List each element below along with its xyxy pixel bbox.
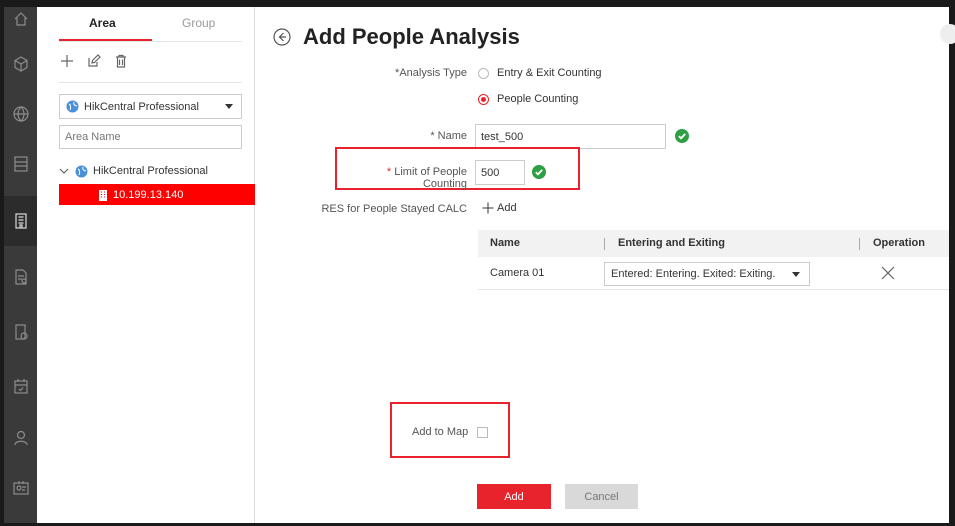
radio-people-counting[interactable] <box>478 94 489 105</box>
globe-icon[interactable] <box>4 89 37 139</box>
area-toolbar <box>59 53 129 73</box>
window-frame-right <box>949 0 955 526</box>
calendar-icon[interactable] <box>4 361 37 411</box>
radio-entry-exit[interactable] <box>478 68 489 79</box>
limit-label-text: Limit of People Counting <box>391 166 467 190</box>
active-tab-indicator <box>59 39 152 41</box>
entering-exiting-value: Entered: Entering. Exited: Exiting. <box>611 268 776 280</box>
report-icon[interactable] <box>4 252 37 302</box>
table-header: Name Entering and Exiting Operation <box>478 230 949 257</box>
server-icon[interactable] <box>4 139 37 189</box>
res-label: RES for People Stayed CALC <box>321 203 467 215</box>
entering-exiting-select[interactable]: Entered: Entering. Exited: Exiting. <box>604 262 810 286</box>
main-content: Add People Analysis *Analysis Type Entry… <box>256 7 955 523</box>
page-title: Add People Analysis <box>303 24 520 49</box>
delete-icon[interactable] <box>113 53 129 69</box>
globe-icon <box>75 165 88 177</box>
add-button[interactable]: Add <box>477 484 551 509</box>
camera-name: Camera 01 <box>490 267 545 279</box>
camera-table: Name Entering and Exiting Operation Came… <box>478 230 949 290</box>
column-separator <box>604 238 605 250</box>
home-icon[interactable] <box>4 4 37 34</box>
person-icon[interactable] <box>4 413 37 463</box>
column-header-operation: Operation <box>873 237 925 249</box>
module-rail <box>4 7 37 523</box>
add-icon <box>482 202 494 214</box>
chevron-down-icon[interactable] <box>59 166 69 176</box>
building-icon <box>99 189 107 201</box>
building-icon[interactable] <box>4 196 37 246</box>
device-icon[interactable] <box>4 307 37 357</box>
add-to-map-label: Add to Map <box>412 426 469 438</box>
column-header-entering-exiting: Entering and Exiting <box>618 237 725 249</box>
area-name-search[interactable] <box>59 125 242 149</box>
check-circle-icon <box>675 129 689 143</box>
caret-down-icon <box>792 272 800 277</box>
add-to-map-checkbox[interactable] <box>477 427 488 438</box>
site-selector[interactable]: HikCentral Professional <box>59 94 242 119</box>
window-frame-top <box>0 0 955 7</box>
back-arrow-icon[interactable] <box>273 28 291 46</box>
radio-people-counting-label: People Counting <box>497 93 579 105</box>
res-add-button[interactable]: Add <box>482 202 517 214</box>
tree-item-selected[interactable]: 10.199.13.140 <box>59 184 255 205</box>
radio-entry-exit-label: Entry & Exit Counting <box>497 67 602 79</box>
table-row: Camera 01 Entered: Entering. Exited: Exi… <box>478 257 949 290</box>
help-icon[interactable] <box>940 24 955 44</box>
tab-area[interactable]: Area <box>89 16 116 30</box>
column-header-name: Name <box>490 237 520 249</box>
close-icon[interactable] <box>881 266 895 280</box>
name-input[interactable] <box>475 124 666 149</box>
cancel-button[interactable]: Cancel <box>565 484 638 509</box>
badge-icon[interactable] <box>4 463 37 513</box>
check-circle-icon <box>532 165 546 179</box>
column-separator <box>859 238 860 250</box>
tab-group[interactable]: Group <box>182 16 215 30</box>
cube-icon[interactable] <box>4 39 37 89</box>
toolbar-divider <box>59 82 242 83</box>
tree-root[interactable]: HikCentral Professional <box>59 163 208 179</box>
limit-input[interactable] <box>475 160 525 185</box>
add-icon[interactable] <box>59 53 75 69</box>
edit-icon[interactable] <box>86 53 102 69</box>
tree-item-label: 10.199.13.140 <box>113 188 184 201</box>
area-panel: Area Group HikCentral Professional HikCe… <box>37 7 255 523</box>
limit-label: * Limit of People Counting <box>386 166 467 190</box>
name-label: * Name <box>430 130 467 142</box>
tree-root-label: HikCentral Professional <box>93 165 208 177</box>
res-add-label: Add <box>497 202 517 214</box>
tab-divider <box>59 41 242 42</box>
site-selector-label: HikCentral Professional <box>84 100 199 113</box>
globe-icon <box>66 100 79 113</box>
caret-down-icon <box>225 104 233 109</box>
analysis-type-label: *Analysis Type <box>395 67 467 79</box>
panel-tabs: Area Group <box>37 7 255 43</box>
